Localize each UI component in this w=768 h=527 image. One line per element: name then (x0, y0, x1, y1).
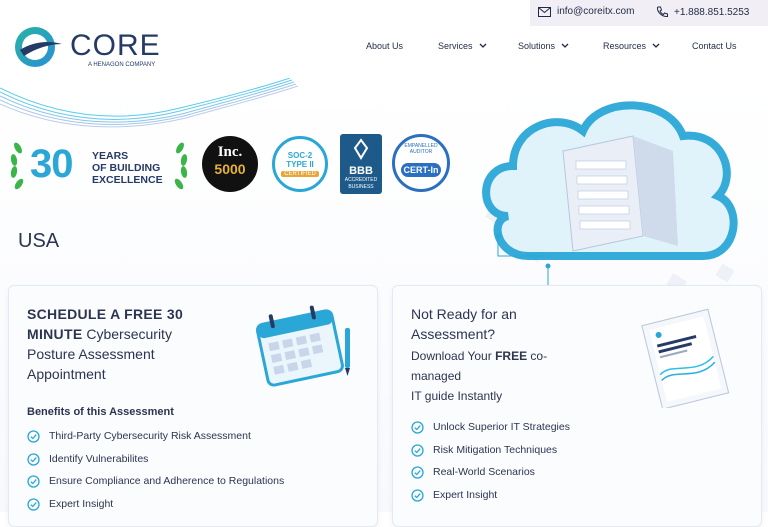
chevron-down-icon (561, 43, 569, 48)
soc-ribbon: CERTIFIED (281, 171, 319, 177)
list-item: Third-Party Cybersecurity Risk Assessmen… (27, 430, 284, 453)
logo-wordmark: CORE (70, 29, 161, 62)
list-item: Unlock Superior IT Strategies (411, 421, 570, 444)
list-item-text: Real-World Scenarios (433, 466, 535, 478)
guide-book-illustration (641, 308, 730, 408)
site-header: info@coreitx.com +1.888.851.5253 CORE A … (0, 0, 768, 80)
list-item: Ensure Compliance and Adherence to Regul… (27, 475, 284, 498)
bbb-main-text: BBB (349, 165, 373, 177)
cert-in-badge: EMPANELLED AUDITOR CERT-In (392, 134, 450, 192)
check-circle-icon (27, 452, 40, 466)
subtitle-bold-text: FREE (495, 349, 528, 363)
nav-label: Contact Us (692, 41, 737, 51)
cloud-server-illustration (482, 101, 738, 297)
years-text: YEARS OF BUILDING EXCELLENCE (92, 150, 163, 186)
core-logo[interactable]: CORE A HENAGON COMPANY (12, 24, 177, 70)
title-text: Cybersecurity (82, 326, 172, 342)
bbb-torch-icon (353, 138, 369, 160)
bbb-badge: BBB ACCREDITED BUSINESS (340, 134, 382, 194)
soc-line1: SOC-2 (287, 151, 313, 160)
title-bold-text: SCHEDULE A FREE 30 (27, 306, 184, 322)
nav-label: Solutions (518, 41, 556, 51)
title-text: Not Ready for an (411, 306, 517, 322)
inc-bottom-text: 5000 (214, 161, 246, 177)
nav-label: Resources (603, 41, 647, 51)
inc-5000-badge: Inc. 5000 (202, 136, 258, 192)
bbb-sub-text: ACCREDITED (344, 177, 378, 183)
email-text: info@coreitx.com (557, 6, 635, 17)
email-link[interactable]: info@coreitx.com (538, 6, 634, 17)
guide-points-list: Unlock Superior IT Strategies Risk Mitig… (411, 421, 570, 511)
benefits-list: Third-Party Cybersecurity Risk Assessmen… (27, 430, 284, 520)
title-text: Posture Assessment (27, 346, 155, 362)
check-circle-icon (411, 488, 424, 502)
check-circle-icon (411, 443, 424, 457)
nav-solutions[interactable]: Solutions (518, 41, 570, 51)
list-item: Expert Insight (27, 498, 284, 521)
soc-line2: TYPE II (286, 160, 314, 169)
phone-link[interactable]: +1.888.851.5253 (656, 6, 749, 18)
logo-mark-icon (15, 27, 62, 67)
title-bold-text: MINUTE (27, 326, 83, 342)
phone-icon (656, 6, 668, 18)
years-text-line: YEARS (92, 150, 129, 162)
years-text-line: OF BUILDING (92, 162, 161, 174)
list-item: Identify Vulnerabilites (27, 453, 284, 476)
subtitle-text: IT guide Instantly (411, 389, 503, 403)
cert-ring-text: EMPANELLED AUDITOR (404, 143, 438, 155)
check-circle-icon (411, 466, 424, 479)
nav-about-us[interactable]: About Us (366, 41, 403, 51)
calendar-illustration (255, 305, 350, 387)
list-item-text: Risk Mitigation Techniques (433, 443, 558, 456)
check-circle-icon (27, 475, 40, 488)
list-item: Risk Mitigation Techniques (411, 444, 570, 467)
guide-title: Not Ready for an Assessment? (411, 304, 621, 344)
nav-resources[interactable]: Resources (603, 41, 661, 51)
mail-icon (538, 6, 551, 17)
trust-badges: 30 YEARS OF BUILDING EXCELLENCE Inc. 500… (8, 134, 458, 198)
bbb-sub-text: BUSINESS (348, 184, 374, 190)
subtitle-text: Download Your (411, 349, 496, 363)
list-item-text: Unlock Superior IT Strategies (433, 421, 570, 433)
title-text: Appointment (27, 366, 106, 382)
cert-main-text: CERT-In (401, 163, 441, 177)
guide-subtitle: Download Your FREE co- managed IT guide … (411, 346, 611, 406)
inc-top-text: Inc. (217, 144, 243, 160)
check-circle-icon (27, 497, 40, 511)
list-item-text: Ensure Compliance and Adherence to Regul… (49, 475, 285, 487)
benefits-heading: Benefits of this Assessment (27, 406, 174, 418)
logo-subtitle: A HENAGON COMPANY (88, 62, 156, 68)
list-item-text: Third-Party Cybersecurity Risk Assessmen… (49, 430, 251, 442)
soc2-badge: SOC-2 TYPE II CERTIFIED (272, 136, 328, 192)
nav-label: About Us (366, 41, 404, 51)
years-number: 30 (30, 142, 73, 186)
assessment-title: SCHEDULE A FREE 30 MINUTE Cybersecurity … (27, 304, 227, 384)
nav-services[interactable]: Services (438, 41, 488, 51)
country-heading: USA (18, 230, 60, 252)
check-circle-icon (27, 430, 40, 443)
nav-label: Services (438, 41, 473, 51)
list-item-text: Expert Insight (49, 497, 114, 510)
chevron-down-icon (479, 43, 486, 48)
contact-bar: info@coreitx.com +1.888.851.5253 (530, 0, 768, 26)
subtitle-text: managed (411, 369, 462, 383)
title-text: Assessment? (411, 326, 496, 342)
phone-text: +1.888.851.5253 (674, 6, 750, 18)
guide-download-card: Not Ready for an Assessment? Download Yo… (392, 285, 762, 527)
wave-decoration (0, 78, 299, 128)
check-circle-icon (411, 421, 424, 434)
list-item: Expert Insight (411, 489, 570, 512)
list-item-text: Identify Vulnerabilites (49, 452, 149, 465)
list-item: Real-World Scenarios (411, 466, 570, 489)
years-text-line: EXCELLENCE (92, 174, 163, 186)
assessment-card: SCHEDULE A FREE 30 MINUTE Cybersecurity … (8, 285, 378, 527)
list-item-text: Expert Insight (433, 488, 498, 501)
nav-contact-us[interactable]: Contact Us (692, 41, 737, 51)
subtitle-text: co- (527, 349, 548, 363)
chevron-down-icon (652, 43, 660, 48)
